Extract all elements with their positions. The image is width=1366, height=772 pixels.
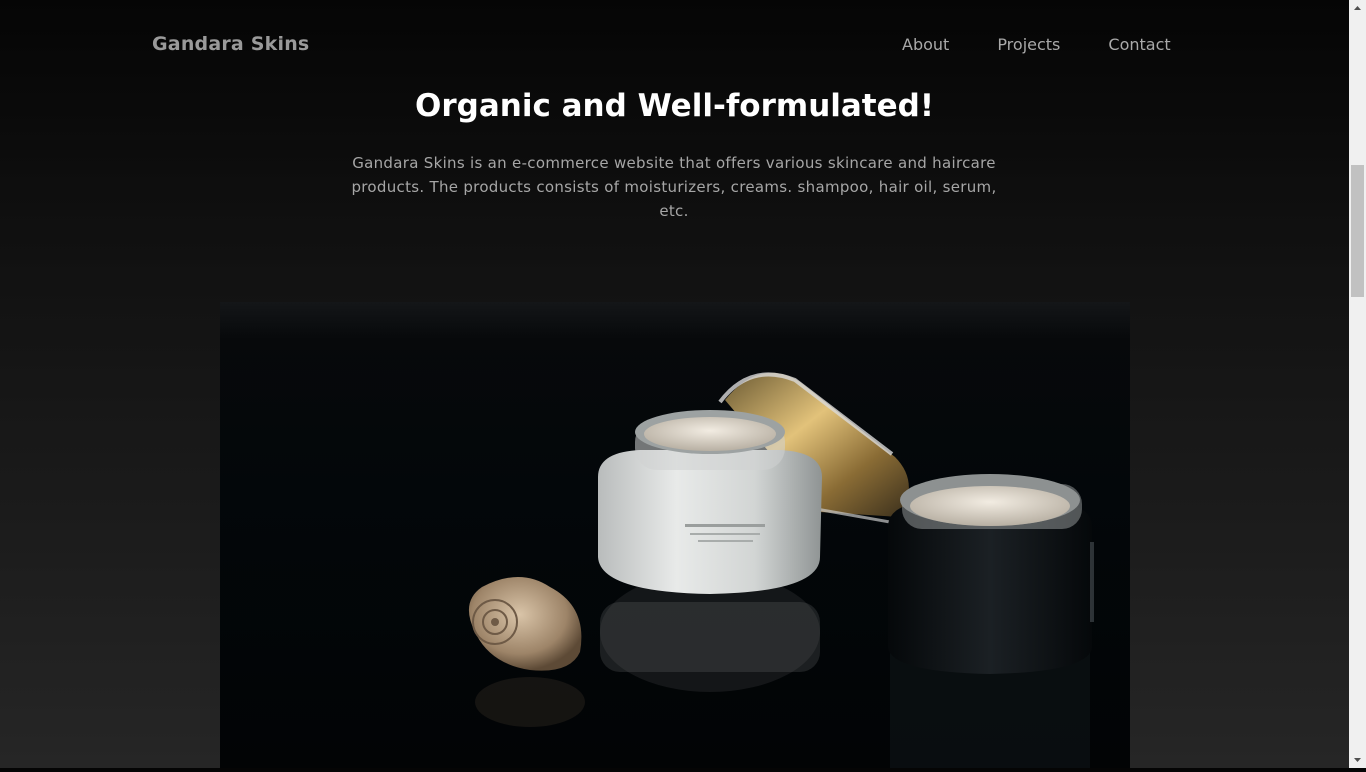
scrollbar-thumb[interactable] xyxy=(1351,165,1364,297)
page-scrollbar[interactable] xyxy=(1349,0,1366,768)
brand-logo[interactable]: Gandara Skins xyxy=(152,33,309,55)
snail-shell xyxy=(468,577,582,671)
arrow-down-icon[interactable] xyxy=(1349,751,1366,768)
product-photo xyxy=(220,302,1130,768)
nav-contact-link[interactable]: Contact xyxy=(1108,35,1170,54)
hero-description: Gandara Skins is an e-commerce website t… xyxy=(351,154,997,220)
arrow-up-icon[interactable] xyxy=(1349,0,1366,17)
site-header: Gandara Skins About Projects Contact xyxy=(0,0,1349,90)
nav-projects-link[interactable]: Projects xyxy=(997,35,1060,54)
dark-cream-jar xyxy=(888,474,1094,674)
main-nav: About Projects Contact xyxy=(902,35,1171,54)
hero-title: Organic and Well-formulated! xyxy=(415,88,934,124)
nav-about-link[interactable]: About xyxy=(902,35,949,54)
